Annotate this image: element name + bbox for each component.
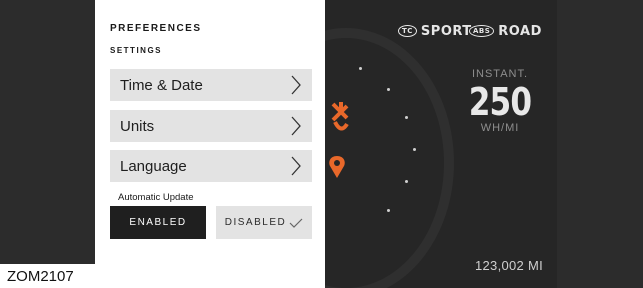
odometer-readout: 123,002 MI bbox=[475, 258, 544, 273]
checkmark-icon bbox=[289, 218, 303, 228]
sport-mode-label: SPORT bbox=[420, 24, 472, 39]
chevron-right-icon bbox=[291, 116, 301, 136]
chevron-right-icon bbox=[291, 75, 301, 95]
menu-item-time-date[interactable]: Time & Date bbox=[110, 69, 312, 101]
menu-item-label: Time & Date bbox=[120, 76, 203, 94]
reference-code-box: ZOM2107 bbox=[0, 264, 95, 288]
panel-title: PREFERENCES bbox=[110, 23, 202, 34]
instant-unit: WH/MI bbox=[480, 122, 520, 134]
road-mode: ABS ROAD bbox=[469, 24, 542, 39]
chevron-right-icon bbox=[291, 156, 301, 176]
reference-code: ZOM2107 bbox=[7, 268, 74, 285]
location-pin-icon bbox=[329, 156, 345, 178]
dial-tick bbox=[359, 67, 362, 70]
enabled-label: ENABLED bbox=[129, 217, 187, 228]
settings-heading: SETTINGS bbox=[110, 46, 163, 55]
dial-tick bbox=[405, 180, 408, 183]
dial-tick bbox=[387, 88, 390, 91]
dial-tick bbox=[405, 116, 408, 119]
dial-tick bbox=[387, 209, 390, 212]
preferences-panel: PREFERENCES SETTINGS Time & Date Units L… bbox=[95, 0, 325, 288]
dial-tick bbox=[413, 148, 416, 151]
menu-item-units[interactable]: Units bbox=[110, 110, 312, 142]
abs-icon: ABS bbox=[469, 25, 495, 37]
disabled-label: DISABLED bbox=[224, 217, 287, 228]
enabled-button[interactable]: ENABLED bbox=[110, 206, 206, 239]
automatic-update-label: Automatic Update bbox=[118, 192, 194, 203]
instant-value: 250 bbox=[468, 80, 532, 124]
disabled-button[interactable]: DISABLED bbox=[216, 206, 312, 239]
left-bezel bbox=[0, 0, 95, 288]
road-mode-label: ROAD bbox=[498, 24, 542, 39]
charge-arrow-icon bbox=[331, 102, 349, 131]
instant-label: INSTANT. bbox=[471, 68, 529, 80]
right-bezel bbox=[557, 0, 643, 288]
menu-item-language[interactable]: Language bbox=[110, 150, 312, 182]
traction-mode: TC SPORT bbox=[398, 24, 472, 39]
traction-control-icon: TC bbox=[398, 25, 417, 37]
menu-item-label: Language bbox=[120, 157, 187, 175]
menu-item-label: Units bbox=[120, 117, 155, 135]
